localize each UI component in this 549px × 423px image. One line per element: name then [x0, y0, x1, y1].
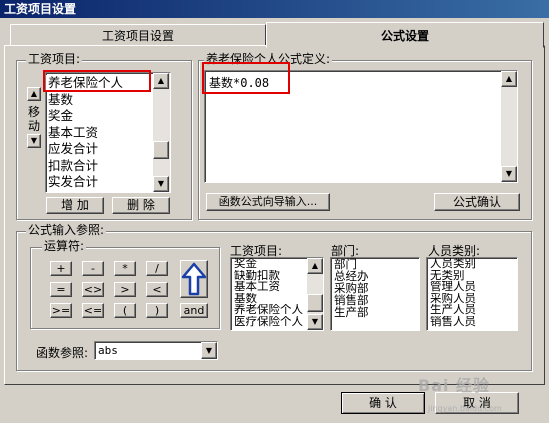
- list-item[interactable]: 销售部: [332, 294, 418, 306]
- scroll-up-icon[interactable]: ▲: [501, 71, 517, 87]
- chevron-down-icon[interactable]: ▼: [201, 342, 217, 359]
- salary-items-legend: 工资项目:: [26, 52, 83, 66]
- scroll-up-icon[interactable]: ▲: [307, 258, 323, 274]
- op-plus-button[interactable]: +: [50, 261, 72, 276]
- operators-legend: 运算符:: [42, 239, 87, 253]
- list-item[interactable]: 基数: [46, 92, 150, 109]
- op-multiply-button[interactable]: *: [114, 261, 136, 276]
- move-up-button[interactable]: ▲: [27, 87, 41, 101]
- func-ref-select[interactable]: abs ▼: [94, 341, 218, 360]
- watermark-url: jingyan.baidu.com: [428, 404, 502, 413]
- list-item[interactable]: 奖金: [46, 108, 150, 125]
- formula-confirm-button[interactable]: 公式确认: [434, 193, 520, 211]
- op-divide-button[interactable]: /: [146, 261, 168, 276]
- formula-legend: 养老保险个人公式定义:: [204, 52, 333, 66]
- op-less-button[interactable]: <: [146, 282, 168, 297]
- op-gte-button[interactable]: >=: [50, 303, 72, 318]
- ref-dept-list[interactable]: 部门 总经办 采购部 销售部 生产部: [330, 257, 420, 331]
- list-item[interactable]: 医疗保险个人: [232, 316, 308, 328]
- window-title: 工资项目设置: [0, 0, 549, 18]
- list-item[interactable]: 采购人员: [428, 293, 516, 305]
- list-item[interactable]: 奖金: [232, 258, 308, 270]
- op-and-button[interactable]: and: [180, 303, 208, 318]
- func-ref-label: 函数参照:: [36, 346, 89, 360]
- tab-salary-items[interactable]: 工资项目设置: [10, 24, 266, 46]
- list-item[interactable]: 部门: [332, 258, 418, 270]
- list-item[interactable]: 基数: [232, 293, 308, 305]
- move-down-button[interactable]: ▼: [27, 134, 41, 148]
- list-item[interactable]: 无类别: [428, 270, 516, 282]
- scroll-thumb[interactable]: [153, 141, 169, 159]
- tab-formula-settings[interactable]: 公式设置: [266, 22, 544, 48]
- scroll-thumb[interactable]: [307, 294, 323, 312]
- list-item[interactable]: 应发合计: [46, 141, 150, 158]
- list-item[interactable]: 基本工资: [232, 281, 308, 293]
- move-label: 移动: [28, 105, 41, 133]
- list-item[interactable]: 扣款合计: [46, 158, 150, 175]
- list-item[interactable]: 销售人员: [428, 316, 516, 328]
- list-item[interactable]: 采购部: [332, 282, 418, 294]
- scroll-down-icon[interactable]: ▼: [307, 314, 323, 330]
- op-minus-button[interactable]: -: [82, 261, 104, 276]
- add-item-button[interactable]: 增 加: [46, 197, 104, 214]
- scroll-down-icon[interactable]: ▼: [153, 176, 169, 192]
- list-item[interactable]: 管理人员: [428, 281, 516, 293]
- op-not-equal-button[interactable]: <>: [82, 282, 104, 297]
- ref-items-scrollbar[interactable]: ▲ ▼: [307, 258, 323, 330]
- salary-items-list[interactable]: 养老保险个人 基数 奖金 基本工资 应发合计 扣款合计 实发合计 ▲ ▼: [45, 72, 171, 193]
- list-scrollbar[interactable]: ▲ ▼: [153, 73, 170, 192]
- input-ref-legend: 公式输入参照:: [26, 223, 107, 237]
- func-ref-value: abs: [98, 344, 118, 357]
- list-item[interactable]: 基本工资: [46, 125, 150, 142]
- formula-text: 基数*0.08: [209, 76, 270, 90]
- formula-textarea[interactable]: 基数*0.08 ▲ ▼: [204, 70, 518, 183]
- op-lparen-button[interactable]: (: [114, 303, 136, 318]
- scroll-down-icon[interactable]: ▼: [501, 166, 517, 182]
- op-greater-button[interactable]: >: [114, 282, 136, 297]
- watermark-logo: Bai 经验: [418, 376, 491, 395]
- up-arrow-icon: [181, 262, 207, 296]
- list-item[interactable]: 人员类别: [428, 258, 516, 270]
- scroll-up-icon[interactable]: ▲: [153, 73, 169, 89]
- list-item[interactable]: 缺勤扣款: [232, 270, 308, 282]
- ref-category-list[interactable]: 人员类别 无类别 管理人员 采购人员 生产人员 销售人员: [426, 257, 518, 331]
- list-item[interactable]: 生产部: [332, 306, 418, 318]
- op-rparen-button[interactable]: ): [146, 303, 168, 318]
- list-item[interactable]: 养老保险个人: [232, 304, 308, 316]
- list-item[interactable]: 总经办: [332, 270, 418, 282]
- ref-items-list[interactable]: 奖金 缺勤扣款 基本工资 基数 养老保险个人 医疗保险个人 ▲ ▼: [230, 257, 324, 331]
- list-item[interactable]: 养老保险个人: [46, 75, 150, 92]
- ok-button[interactable]: 确 认: [341, 392, 425, 414]
- delete-item-button[interactable]: 删 除: [112, 197, 170, 214]
- list-item[interactable]: 实发合计: [46, 174, 150, 191]
- formula-scrollbar[interactable]: ▲ ▼: [501, 71, 517, 182]
- list-item[interactable]: 生产人员: [428, 304, 516, 316]
- insert-arrow-button[interactable]: [180, 260, 208, 298]
- op-equals-button[interactable]: =: [50, 282, 72, 297]
- op-lte-button[interactable]: <=: [82, 303, 104, 318]
- function-wizard-button[interactable]: 函数公式向导输入...: [206, 193, 330, 211]
